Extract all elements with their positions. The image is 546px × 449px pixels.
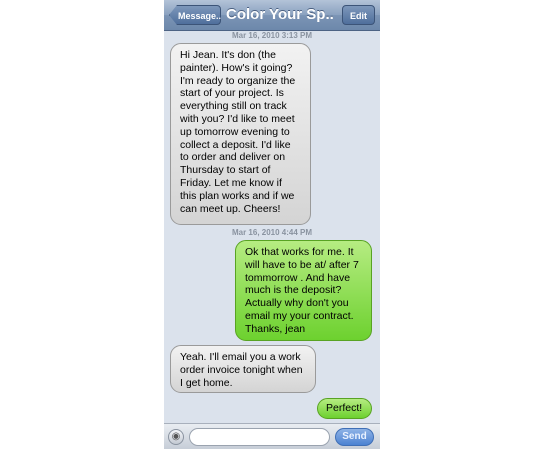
message-bubble-outgoing[interactable]: Perfect! bbox=[317, 398, 372, 419]
camera-button[interactable]: ◉ bbox=[168, 429, 184, 445]
compose-bar: ◉ Send bbox=[164, 423, 380, 449]
timestamp: Mar 16, 2010 4:44 PM bbox=[231, 228, 313, 237]
back-button[interactable]: Message... bbox=[169, 5, 221, 25]
edit-button[interactable]: Edit bbox=[342, 5, 375, 25]
timestamp: Mar 16, 2010 3:13 PM bbox=[231, 31, 313, 40]
message-input[interactable] bbox=[189, 428, 330, 446]
send-button[interactable]: Send bbox=[335, 428, 374, 446]
messages-screen: Message... Color Your Sp... Edit Mar 16,… bbox=[164, 0, 380, 449]
camera-icon: ◉ bbox=[171, 431, 181, 442]
message-bubble-incoming[interactable]: Hi Jean. It's don (the painter). How's i… bbox=[170, 43, 311, 225]
navigation-bar: Message... Color Your Sp... Edit bbox=[164, 0, 380, 31]
message-bubble-incoming[interactable]: Yeah. I'll email you a work order invoic… bbox=[170, 345, 316, 393]
message-bubble-outgoing[interactable]: Ok that works for me. It will have to be… bbox=[235, 240, 372, 341]
conversation-title: Color Your Sp... bbox=[226, 6, 334, 23]
